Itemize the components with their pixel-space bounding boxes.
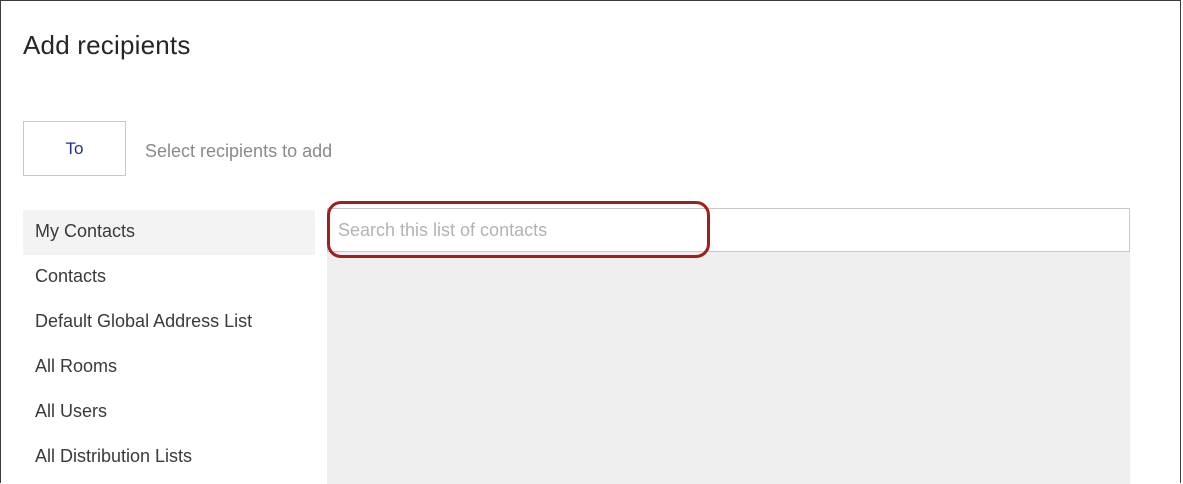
dialog-title: Add recipients [23,30,191,60]
sidebar-item-contacts[interactable]: Contacts [23,255,315,300]
sidebar-item-default-global-address-list[interactable]: Default Global Address List [23,300,315,345]
search-input[interactable] [327,208,1130,252]
to-button[interactable]: To [23,121,126,176]
sidebar-item-all-users[interactable]: All Users [23,390,315,435]
sidebar-item-my-contacts[interactable]: My Contacts [23,210,315,255]
recipients-placeholder: Select recipients to add [145,141,333,161]
address-book-sidebar: My Contacts Contacts Default Global Addr… [23,210,315,480]
sidebar-item-all-rooms[interactable]: All Rooms [23,345,315,390]
add-recipients-dialog: Add recipients To Select recipients to a… [0,0,1181,484]
sidebar-item-all-distribution-lists[interactable]: All Distribution Lists [23,435,315,480]
